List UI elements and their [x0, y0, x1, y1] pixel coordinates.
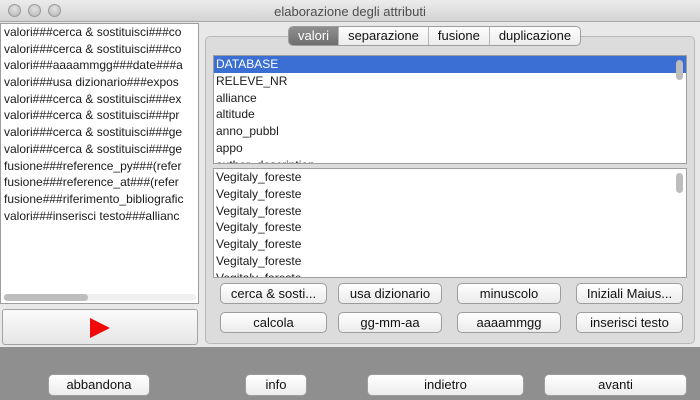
field-list-item[interactable]: alliance [214, 90, 686, 107]
tab-valori[interactable]: valori [289, 27, 340, 45]
scrollbar-thumb[interactable] [4, 294, 88, 301]
operation-list-item[interactable]: fusione###reference_py###(refer [1, 158, 198, 175]
operations-rows: valori###cerca & sostituisci###co valori#… [1, 24, 198, 224]
use-dictionary-button[interactable]: usa dizionario [338, 283, 442, 304]
operation-list-item[interactable]: valori###cerca & sostituisci###ge [1, 141, 198, 158]
insert-text-button[interactable]: inserisci testo [576, 312, 683, 333]
values-vertical-scrollbar[interactable] [676, 171, 684, 275]
scrollbar-thumb[interactable] [676, 60, 683, 80]
play-icon [90, 318, 110, 338]
field-list-item[interactable]: appo [214, 140, 686, 157]
value-list-item[interactable]: Vegitaly_foreste [214, 219, 686, 236]
operations-list[interactable]: valori###cerca & sostituisci###co valori#… [0, 23, 199, 304]
back-button[interactable]: indietro [367, 374, 524, 396]
capitalize-button[interactable]: Iniziali Maius... [576, 283, 683, 304]
operations-horizontal-scrollbar[interactable] [3, 294, 196, 301]
title-bar: elaborazione degli attributi [0, 0, 700, 22]
field-list-item[interactable]: DATABASE [214, 56, 686, 73]
tab-duplicazione[interactable]: duplicazione [490, 27, 580, 45]
field-list-item[interactable]: altitude [214, 106, 686, 123]
run-button[interactable] [2, 309, 198, 345]
operation-list-item[interactable]: fusione###reference_at###(refer [1, 174, 198, 191]
operation-list-item[interactable]: valori###cerca & sostituisci###co [1, 41, 198, 58]
field-list-item[interactable]: anno_pubbl [214, 123, 686, 140]
scrollbar-thumb[interactable] [676, 173, 683, 193]
format-dd-mm-yy-button[interactable]: gg-mm-aa [338, 312, 442, 333]
window-title: elaborazione degli attributi [274, 4, 426, 19]
operation-list-item[interactable]: valori###cerca & sostituisci###ge [1, 124, 198, 141]
values-rows: Vegitaly_foreste Vegitaly_foreste Vegitaly… [214, 169, 686, 277]
operation-tabs: valori separazione fusione duplicazione [288, 26, 582, 46]
tab-separazione[interactable]: separazione [339, 27, 429, 45]
value-list-item[interactable]: Vegitaly_foreste [214, 253, 686, 270]
tab-fusione[interactable]: fusione [429, 27, 490, 45]
operation-list-item[interactable]: valori###cerca & sostituisci###pr [1, 107, 198, 124]
field-list-item[interactable]: author_description [214, 157, 686, 163]
fields-vertical-scrollbar[interactable] [676, 58, 684, 161]
operation-list-item[interactable]: valori###cerca & sostituisci###ex [1, 91, 198, 108]
format-yyyymmdd-button[interactable]: aaaammgg [457, 312, 561, 333]
next-button[interactable]: avanti [544, 374, 687, 396]
operation-list-item[interactable]: valori###usa dizionario###expos [1, 74, 198, 91]
value-list-item[interactable]: Vegitaly_foreste [214, 236, 686, 253]
calculate-button[interactable]: calcola [220, 312, 327, 333]
main-window: elaborazione degli attributi valori###ce… [0, 0, 700, 400]
values-list[interactable]: Vegitaly_foreste Vegitaly_foreste Vegitaly… [213, 168, 687, 278]
lowercase-button[interactable]: minuscolo [457, 283, 561, 304]
value-list-item[interactable]: Vegitaly_foreste [214, 203, 686, 220]
value-list-item[interactable]: Vegitaly_foreste [214, 270, 686, 277]
value-list-item[interactable]: Vegitaly_foreste [214, 169, 686, 186]
abandon-button[interactable]: abbandona [48, 374, 150, 396]
operation-list-item[interactable]: fusione###riferimento_bibliografic [1, 191, 198, 208]
operation-list-item[interactable]: valori###cerca & sostituisci###co [1, 24, 198, 41]
field-list-item[interactable]: RELEVE_NR [214, 73, 686, 90]
fields-rows: DATABASE RELEVE_NR alliance altitude anno_pu… [214, 56, 686, 163]
value-list-item[interactable]: Vegitaly_foreste [214, 186, 686, 203]
info-button[interactable]: info [245, 374, 307, 396]
fields-list[interactable]: DATABASE RELEVE_NR alliance altitude anno_pu… [213, 55, 687, 164]
search-replace-button[interactable]: cerca & sosti... [220, 283, 327, 304]
operation-list-item[interactable]: valori###aaaammgg###date###a [1, 57, 198, 74]
operation-list-item[interactable]: valori###inserisci testo###allianc [1, 208, 198, 225]
